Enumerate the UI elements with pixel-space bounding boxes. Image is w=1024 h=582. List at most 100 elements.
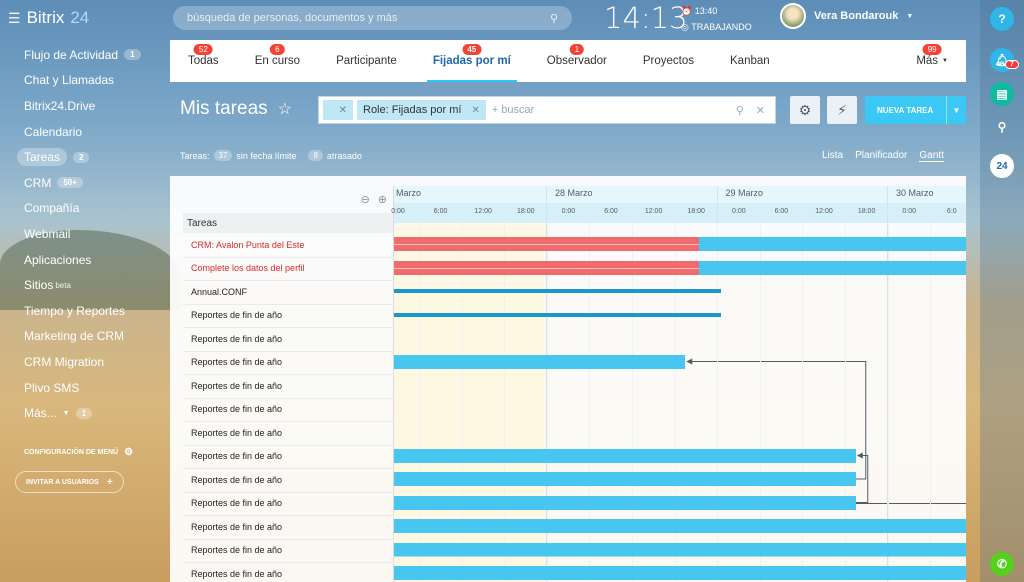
clear-icon[interactable]: ✕ bbox=[756, 104, 765, 117]
search-icon[interactable]: ⚲ bbox=[736, 104, 744, 117]
tab-label: Observador bbox=[546, 55, 607, 67]
no-deadline-count[interactable]: 37 bbox=[213, 150, 233, 161]
gantt-task-row[interactable]: Reportes de fin de año bbox=[191, 539, 282, 563]
gear-icon: ⚙ bbox=[798, 101, 812, 118]
gantt-task-row[interactable]: Reportes de fin de año bbox=[191, 562, 282, 582]
gantt-task-row[interactable]: Annual.CONF bbox=[191, 280, 247, 304]
sidebar-item[interactable]: Aplicaciones bbox=[0, 247, 170, 273]
tab[interactable]: Observador 1 bbox=[529, 40, 625, 82]
automation-button[interactable]: ⚡︎ bbox=[827, 96, 857, 124]
sidebar-item[interactable]: CRM Migration bbox=[0, 349, 170, 375]
zoom-out-icon[interactable]: ⊖ bbox=[361, 193, 370, 206]
sidebar-search-button[interactable]: ⚲ bbox=[990, 115, 1014, 139]
gantt-task-bar[interactable] bbox=[394, 519, 966, 533]
global-search-input[interactable]: búsqueda de personas, documentos y más ⚲ bbox=[173, 6, 572, 30]
sidebar-item[interactable]: Tiempo y Reportes bbox=[0, 298, 170, 324]
user-menu[interactable]: Vera Bondarouk ▼ bbox=[780, 3, 913, 29]
menu-icon[interactable]: ☰ bbox=[8, 10, 21, 27]
gantt-task-row[interactable]: Reportes de fin de año bbox=[191, 445, 282, 469]
gantt-task-bar[interactable] bbox=[394, 448, 856, 463]
tab[interactable]: Todas 52 bbox=[170, 40, 237, 82]
gantt-task-row[interactable]: Reportes de fin de año bbox=[191, 351, 282, 375]
sidebar-item-label: Plivo SMS bbox=[24, 380, 80, 395]
phone-button[interactable]: ✆ bbox=[990, 552, 1014, 576]
logo[interactable]: ☰ Bitrix 24 bbox=[8, 8, 89, 28]
gantt-task-row[interactable]: Reportes de fin de año bbox=[191, 492, 282, 516]
tab[interactable]: Participante bbox=[318, 40, 415, 82]
sidebar-item[interactable]: Sitios beta bbox=[0, 272, 170, 298]
gantt-task-row[interactable]: Complete los datos del perfil bbox=[191, 257, 305, 281]
filter-placeholder: + buscar bbox=[491, 104, 535, 116]
close-icon[interactable]: ✕ bbox=[339, 105, 347, 116]
view-planner[interactable]: Planificador bbox=[855, 150, 907, 162]
tab[interactable]: Proyectos bbox=[625, 40, 712, 82]
sidebar-item[interactable]: Plivo SMS bbox=[0, 375, 170, 401]
work-status[interactable]: ⏰ 13:40 ◎ TRABAJANDO bbox=[681, 3, 752, 35]
bitrix24-icon: 24 bbox=[996, 160, 1008, 172]
zoom-in-icon[interactable]: ⊕ bbox=[378, 193, 387, 206]
gantt-task-bar[interactable] bbox=[394, 354, 686, 369]
sidebar-item-label: Chat y Llamadas bbox=[24, 73, 115, 88]
view-list[interactable]: Lista bbox=[822, 150, 843, 162]
sidebar-item-label: Compañía bbox=[24, 201, 80, 216]
overdue-count[interactable]: 8 bbox=[308, 150, 323, 161]
star-icon[interactable]: ☆ bbox=[278, 99, 292, 119]
gantt-task-bar[interactable] bbox=[394, 289, 721, 293]
menu-config[interactable]: CONFIGURACIÓN DE MENÚ ⚙ bbox=[24, 447, 133, 458]
sidebar-item[interactable]: Flujo de Actividad 1 bbox=[0, 42, 170, 68]
notifications-button[interactable]: 🔔︎ 7 bbox=[990, 48, 1019, 72]
gantt-task-row[interactable]: Reportes de fin de año bbox=[191, 304, 282, 328]
invite-users-button[interactable]: INVITAR A USUARIOS + bbox=[15, 471, 124, 493]
sidebar-item[interactable]: Marketing de CRM bbox=[0, 324, 170, 350]
filter-chip-empty[interactable]: ✕ bbox=[323, 100, 353, 120]
tab-badge: 52 bbox=[193, 44, 213, 55]
sidebar-item-count: 1 bbox=[75, 407, 93, 419]
gantt-task-bar[interactable] bbox=[394, 566, 966, 580]
gantt-timeline: Marzo 28 Marzo 29 Marzo 30 Marzo 0:00 6:00 12… bbox=[391, 186, 966, 582]
filter-chip-role[interactable]: Role: Fijadas por mí ✕ bbox=[357, 100, 486, 120]
sidebar-item[interactable]: Tareas 2 bbox=[0, 144, 170, 170]
left-menu: Flujo de Actividad 1 Chat y Llamadas Bitrix… bbox=[0, 42, 170, 426]
overdue-label[interactable]: atrasado bbox=[327, 151, 362, 161]
search-icon[interactable]: ⚲ bbox=[550, 12, 558, 25]
gantt-task-row[interactable]: Reportes de fin de año bbox=[191, 374, 282, 398]
new-task-label: NUEVA TAREA bbox=[877, 105, 934, 115]
new-task-button[interactable]: NUEVA TAREA ▼ bbox=[865, 96, 966, 124]
gantt-task-row[interactable]: Reportes de fin de año bbox=[191, 468, 282, 492]
chat-button[interactable]: ▤ bbox=[990, 82, 1014, 106]
tab[interactable]: Fijadas por mí 45 bbox=[415, 40, 529, 82]
clock[interactable]: 14:13 bbox=[604, 1, 688, 35]
chevron-down-icon[interactable]: ▼ bbox=[946, 96, 966, 124]
sidebar-item[interactable]: CRM 50+ bbox=[0, 170, 170, 196]
settings-button[interactable]: ⚙ bbox=[790, 96, 820, 124]
sidebar-item[interactable]: Compañía bbox=[0, 196, 170, 222]
bitrix24-button[interactable]: 24 bbox=[990, 154, 1014, 178]
gantt-task-row[interactable]: Reportes de fin de año bbox=[191, 515, 282, 539]
gantt-zoom-controls: ⊖ ⊕ bbox=[183, 186, 393, 213]
close-icon[interactable]: ✕ bbox=[471, 105, 479, 116]
view-gantt[interactable]: Gantt bbox=[919, 150, 944, 162]
sidebar-item[interactable]: Bitrix24.Drive bbox=[0, 93, 170, 119]
task-stats: Tareas: 37 sin fecha límite 8 atrasado bbox=[180, 150, 362, 161]
gantt-task-bar[interactable] bbox=[394, 543, 966, 557]
avatar[interactable] bbox=[780, 3, 806, 29]
tab[interactable]: En curso 6 bbox=[237, 40, 318, 82]
gantt-task-bar[interactable] bbox=[394, 472, 856, 486]
tab[interactable]: Kanban bbox=[712, 40, 788, 82]
gantt-task-row[interactable]: Reportes de fin de año bbox=[191, 327, 282, 351]
sidebar-item[interactable]: Más... ▼ 1 bbox=[0, 400, 170, 426]
tab-label: Participante bbox=[336, 55, 397, 67]
gantt-task-row[interactable]: Reportes de fin de año bbox=[191, 421, 282, 445]
tab[interactable]: Más ▼ 99 bbox=[898, 40, 966, 82]
no-deadline-label[interactable]: sin fecha límite bbox=[236, 151, 296, 161]
sidebar-item[interactable]: Chat y Llamadas bbox=[0, 68, 170, 94]
filter-search-input[interactable]: ✕ Role: Fijadas por mí ✕ + buscar ⚲ ✕ bbox=[318, 96, 776, 124]
sidebar-item[interactable]: Calendario bbox=[0, 119, 170, 145]
gantt-task-bar[interactable] bbox=[394, 495, 856, 510]
gantt-task-row[interactable]: CRM: Avalon Punta del Este bbox=[191, 233, 304, 257]
gantt-task-bar[interactable] bbox=[394, 312, 721, 317]
sidebar-item[interactable]: Webmail bbox=[0, 221, 170, 247]
dependency-link bbox=[855, 503, 966, 504]
help-button[interactable]: ? bbox=[990, 7, 1014, 31]
gantt-task-row[interactable]: Reportes de fin de año bbox=[191, 398, 282, 422]
